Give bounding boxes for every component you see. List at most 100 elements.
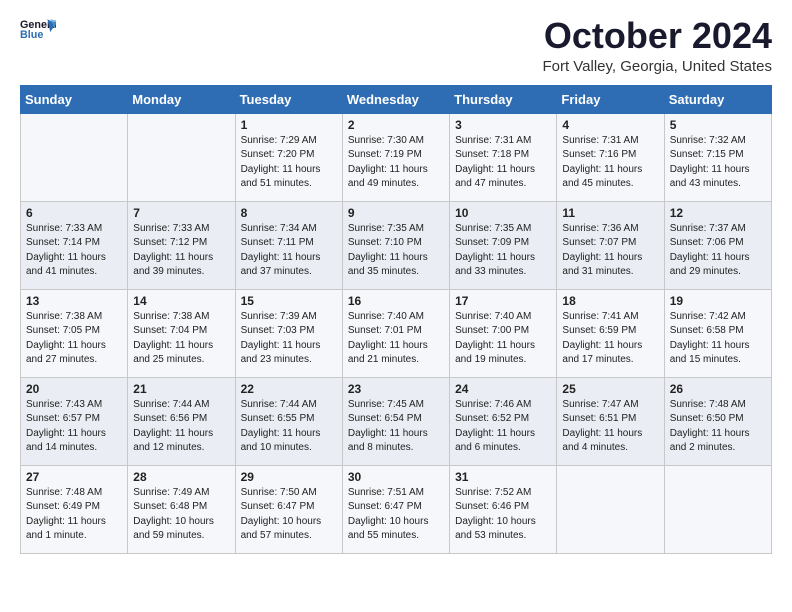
day-number: 7 <box>133 206 229 220</box>
day-info: Sunrise: 7:33 AMSunset: 7:14 PMDaylight:… <box>26 222 122 280</box>
day-number: 28 <box>133 470 229 484</box>
calendar-week-1: 1 Sunrise: 7:29 AMSunset: 7:20 PMDaylight… <box>21 113 772 201</box>
table-row: 10 Sunrise: 7:35 AMSunset: 7:09 PMDayligh… <box>450 201 557 289</box>
table-row: 30 Sunrise: 7:51 AMSunset: 6:47 PMDayligh… <box>342 465 449 553</box>
header: General Blue October 2024 Fort Valley, G… <box>20 16 772 75</box>
table-row: 20Sunrise: 7:43 AMSunset: 6:57 PMDayligh… <box>21 377 128 465</box>
day-number: 3 <box>455 118 551 132</box>
table-row: 22Sunrise: 7:44 AMSunset: 6:55 PMDayligh… <box>235 377 342 465</box>
table-row: 16Sunrise: 7:40 AMSunset: 7:01 PMDayligh… <box>342 289 449 377</box>
day-info: Sunrise: 7:33 AMSunset: 7:12 PMDaylight:… <box>133 222 229 280</box>
col-saturday: Saturday <box>664 85 771 113</box>
calendar-table: Sunday Monday Tuesday Wednesday Thursday… <box>20 85 772 554</box>
col-friday: Friday <box>557 85 664 113</box>
table-row: 28 Sunrise: 7:49 AMSunset: 6:48 PMDayligh… <box>128 465 235 553</box>
col-sunday: Sunday <box>21 85 128 113</box>
table-row: 5 Sunrise: 7:32 AMSunset: 7:15 PMDaylight… <box>664 113 771 201</box>
day-info: Sunrise: 7:49 AMSunset: 6:48 PMDaylight:… <box>133 486 229 544</box>
table-row: 31 Sunrise: 7:52 AMSunset: 6:46 PMDayligh… <box>450 465 557 553</box>
day-number: 24 <box>455 382 551 396</box>
table-row <box>664 465 771 553</box>
day-info: Sunrise: 7:35 AMSunset: 7:10 PMDaylight:… <box>348 222 444 280</box>
table-row <box>557 465 664 553</box>
table-row: 17 Sunrise: 7:40 AMSunset: 7:00 PMDayligh… <box>450 289 557 377</box>
day-info: Sunrise: 7:52 AMSunset: 6:46 PMDaylight:… <box>455 486 551 544</box>
day-number: 15 <box>241 294 337 308</box>
day-number: 10 <box>455 206 551 220</box>
day-number: 1 <box>241 118 337 132</box>
table-row: 21Sunrise: 7:44 AMSunset: 6:56 PMDayligh… <box>128 377 235 465</box>
day-info: Sunrise: 7:40 AMSunset: 7:00 PMDaylight:… <box>455 310 551 368</box>
table-row: 23 Sunrise: 7:45 AMSunset: 6:54 PMDayligh… <box>342 377 449 465</box>
day-number: 31 <box>455 470 551 484</box>
table-row: 19Sunrise: 7:42 AMSunset: 6:58 PMDayligh… <box>664 289 771 377</box>
day-info: Sunrise: 7:44 AMSunset: 6:55 PMDaylight:… <box>241 398 337 456</box>
day-info: Sunrise: 7:39 AMSunset: 7:03 PMDaylight:… <box>241 310 337 368</box>
table-row: 4 Sunrise: 7:31 AMSunset: 7:16 PMDaylight… <box>557 113 664 201</box>
day-number: 26 <box>670 382 766 396</box>
day-info: Sunrise: 7:45 AMSunset: 6:54 PMDaylight:… <box>348 398 444 456</box>
day-number: 2 <box>348 118 444 132</box>
header-row: Sunday Monday Tuesday Wednesday Thursday… <box>21 85 772 113</box>
logo: General Blue <box>20 16 56 44</box>
title-block: October 2024 Fort Valley, Georgia, Unite… <box>542 16 772 75</box>
day-number: 30 <box>348 470 444 484</box>
day-number: 21 <box>133 382 229 396</box>
day-info: Sunrise: 7:30 AMSunset: 7:19 PMDaylight:… <box>348 134 444 192</box>
table-row: 29 Sunrise: 7:50 AMSunset: 6:47 PMDayligh… <box>235 465 342 553</box>
svg-text:Blue: Blue <box>20 29 43 41</box>
day-info: Sunrise: 7:36 AMSunset: 7:07 PMDaylight:… <box>562 222 658 280</box>
day-info: Sunrise: 7:29 AMSunset: 7:20 PMDaylight:… <box>241 134 337 192</box>
day-info: Sunrise: 7:42 AMSunset: 6:58 PMDaylight:… <box>670 310 766 368</box>
day-number: 6 <box>26 206 122 220</box>
day-info: Sunrise: 7:51 AMSunset: 6:47 PMDaylight:… <box>348 486 444 544</box>
table-row: 15 Sunrise: 7:39 AMSunset: 7:03 PMDayligh… <box>235 289 342 377</box>
col-monday: Monday <box>128 85 235 113</box>
day-info: Sunrise: 7:34 AMSunset: 7:11 PMDaylight:… <box>241 222 337 280</box>
day-number: 14 <box>133 294 229 308</box>
table-row <box>21 113 128 201</box>
table-row: 27 Sunrise: 7:48 AMSunset: 6:49 PMDayligh… <box>21 465 128 553</box>
day-number: 17 <box>455 294 551 308</box>
day-number: 27 <box>26 470 122 484</box>
calendar-week-5: 27 Sunrise: 7:48 AMSunset: 6:49 PMDayligh… <box>21 465 772 553</box>
table-row: 2 Sunrise: 7:30 AMSunset: 7:19 PMDaylight… <box>342 113 449 201</box>
day-number: 23 <box>348 382 444 396</box>
day-number: 25 <box>562 382 658 396</box>
day-number: 9 <box>348 206 444 220</box>
day-number: 13 <box>26 294 122 308</box>
table-row: 26 Sunrise: 7:48 AMSunset: 6:50 PMDayligh… <box>664 377 771 465</box>
day-info: Sunrise: 7:32 AMSunset: 7:15 PMDaylight:… <box>670 134 766 192</box>
col-thursday: Thursday <box>450 85 557 113</box>
location: Fort Valley, Georgia, United States <box>542 58 772 75</box>
day-info: Sunrise: 7:31 AMSunset: 7:18 PMDaylight:… <box>455 134 551 192</box>
table-row: 14 Sunrise: 7:38 AMSunset: 7:04 PMDayligh… <box>128 289 235 377</box>
table-row: 18Sunrise: 7:41 AMSunset: 6:59 PMDayligh… <box>557 289 664 377</box>
day-number: 4 <box>562 118 658 132</box>
table-row <box>128 113 235 201</box>
day-info: Sunrise: 7:48 AMSunset: 6:49 PMDaylight:… <box>26 486 122 544</box>
table-row: 12Sunrise: 7:37 AMSunset: 7:06 PMDayligh… <box>664 201 771 289</box>
table-row: 24Sunrise: 7:46 AMSunset: 6:52 PMDayligh… <box>450 377 557 465</box>
day-info: Sunrise: 7:31 AMSunset: 7:16 PMDaylight:… <box>562 134 658 192</box>
day-info: Sunrise: 7:48 AMSunset: 6:50 PMDaylight:… <box>670 398 766 456</box>
table-row: 11Sunrise: 7:36 AMSunset: 7:07 PMDayligh… <box>557 201 664 289</box>
month-title: October 2024 <box>542 16 772 56</box>
day-number: 5 <box>670 118 766 132</box>
table-row: 25 Sunrise: 7:47 AMSunset: 6:51 PMDayligh… <box>557 377 664 465</box>
page: General Blue October 2024 Fort Valley, G… <box>0 0 792 574</box>
day-info: Sunrise: 7:50 AMSunset: 6:47 PMDaylight:… <box>241 486 337 544</box>
day-info: Sunrise: 7:35 AMSunset: 7:09 PMDaylight:… <box>455 222 551 280</box>
table-row: 1 Sunrise: 7:29 AMSunset: 7:20 PMDaylight… <box>235 113 342 201</box>
day-number: 29 <box>241 470 337 484</box>
day-info: Sunrise: 7:47 AMSunset: 6:51 PMDaylight:… <box>562 398 658 456</box>
day-info: Sunrise: 7:38 AMSunset: 7:04 PMDaylight:… <box>133 310 229 368</box>
table-row: 13Sunrise: 7:38 AMSunset: 7:05 PMDayligh… <box>21 289 128 377</box>
table-row: 7 Sunrise: 7:33 AMSunset: 7:12 PMDaylight… <box>128 201 235 289</box>
table-row: 8Sunrise: 7:34 AMSunset: 7:11 PMDaylight… <box>235 201 342 289</box>
day-info: Sunrise: 7:41 AMSunset: 6:59 PMDaylight:… <box>562 310 658 368</box>
col-tuesday: Tuesday <box>235 85 342 113</box>
day-number: 16 <box>348 294 444 308</box>
day-info: Sunrise: 7:43 AMSunset: 6:57 PMDaylight:… <box>26 398 122 456</box>
logo-icon: General Blue <box>20 16 56 44</box>
